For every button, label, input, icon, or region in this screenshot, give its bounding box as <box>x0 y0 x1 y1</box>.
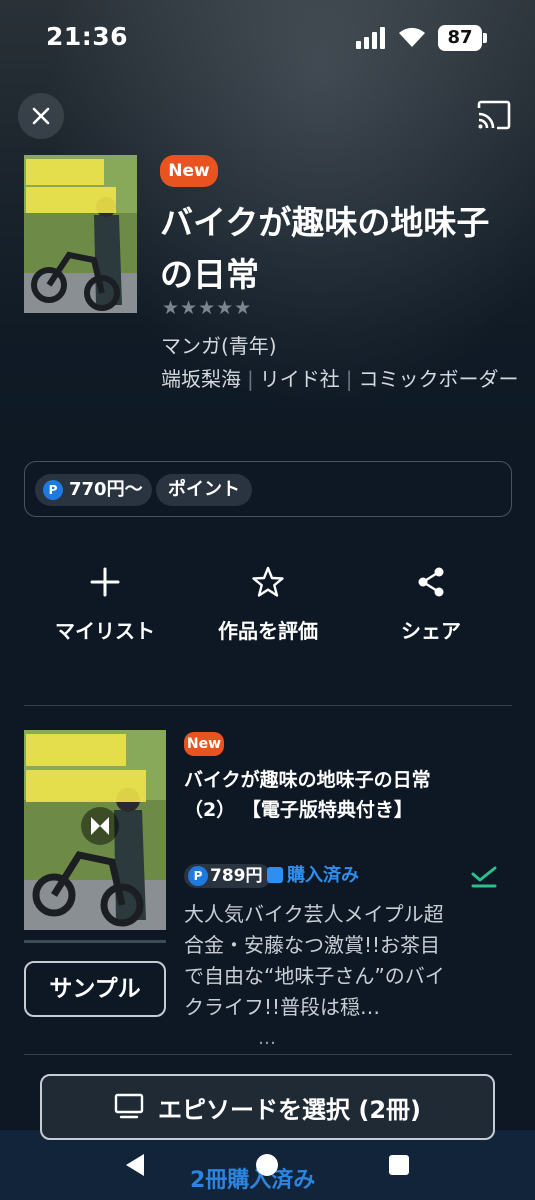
check-icon <box>471 866 497 888</box>
episode-price-value: 789円 <box>210 866 263 886</box>
read-progress-track <box>24 940 166 943</box>
purchased-count: 2冊購入済み <box>190 1168 316 1193</box>
close-icon <box>32 107 50 125</box>
signal-icon <box>356 27 385 49</box>
divider <box>24 1054 512 1055</box>
rate-button[interactable]: 作品を評価 <box>212 565 324 644</box>
share-button[interactable]: シェア <box>396 565 466 644</box>
mylist-label: マイリスト <box>55 619 155 643</box>
separator: | <box>247 367 254 391</box>
home-icon[interactable] <box>256 1154 278 1176</box>
separator: | <box>345 367 353 391</box>
cover-illustration <box>24 155 137 313</box>
recents-icon[interactable] <box>389 1155 409 1175</box>
episode-description: 大人気バイク芸人メイプル超合金・安藤なつ激賞!!お茶目で自由な“地味子さん”のバ… <box>184 902 445 1019</box>
point-icon: P <box>43 480 63 500</box>
cast-icon[interactable] <box>476 100 512 130</box>
select-episode-button[interactable]: エピソードを選択 (2冊) <box>40 1074 495 1140</box>
status-time: 21:36 <box>46 22 129 51</box>
monitor-icon <box>114 1093 144 1119</box>
battery-indicator: 87 <box>438 25 488 51</box>
battery-nub <box>483 33 487 43</box>
price-value: 770円〜 <box>69 479 143 500</box>
book-title: バイクが趣味の地味子の日常 <box>160 203 490 294</box>
plus-icon <box>90 567 120 597</box>
price-box[interactable]: P 770円〜 ポイント <box>24 461 512 517</box>
credits: 端坂梨海 | リイド社 | コミックボーダー <box>161 364 521 395</box>
book-cover[interactable] <box>24 155 137 313</box>
divider <box>24 705 512 706</box>
episode-price: P 789円 <box>184 864 271 888</box>
share-label: シェア <box>401 619 461 643</box>
share-icon <box>418 567 444 597</box>
preview-overlay-icon <box>81 807 119 845</box>
read-progress-fill <box>24 940 166 943</box>
sample-button[interactable]: サンプル <box>24 961 166 1017</box>
point-icon: P <box>188 866 208 886</box>
close-button[interactable] <box>18 93 64 139</box>
owned-label: 購入済み <box>287 865 359 886</box>
new-badge: New <box>160 155 218 187</box>
author-link[interactable]: 端坂梨海 <box>161 367 241 391</box>
owned-status: 購入済み <box>267 864 359 888</box>
battery-level: 87 <box>438 25 482 51</box>
price-chip[interactable]: P 770円〜 <box>35 474 152 506</box>
episode-cover[interactable] <box>24 730 166 930</box>
rating-stars: ★★★★★ <box>162 297 253 319</box>
label-link[interactable]: コミックボーダー <box>359 367 519 391</box>
rate-label: 作品を評価 <box>218 619 318 643</box>
episode-title[interactable]: バイクが趣味の地味子の日常 （2） 【電子版特典付き】 <box>184 765 454 825</box>
genre-label[interactable]: マンガ(青年) <box>161 330 277 359</box>
episode-new-badge: New <box>184 732 224 756</box>
mylist-button[interactable]: マイリスト <box>52 565 158 644</box>
more-ellipsis[interactable]: … <box>258 1028 277 1049</box>
star-icon <box>252 566 284 597</box>
back-icon[interactable] <box>120 1150 150 1180</box>
publisher-link[interactable]: リイド社 <box>260 367 340 391</box>
bag-icon <box>267 867 283 883</box>
select-episode-label: エピソードを選択 (2冊) <box>158 1095 421 1124</box>
status-bar: 21:36 87 <box>0 0 535 75</box>
wifi-icon <box>399 27 425 47</box>
point-chip[interactable]: ポイント <box>156 474 252 506</box>
